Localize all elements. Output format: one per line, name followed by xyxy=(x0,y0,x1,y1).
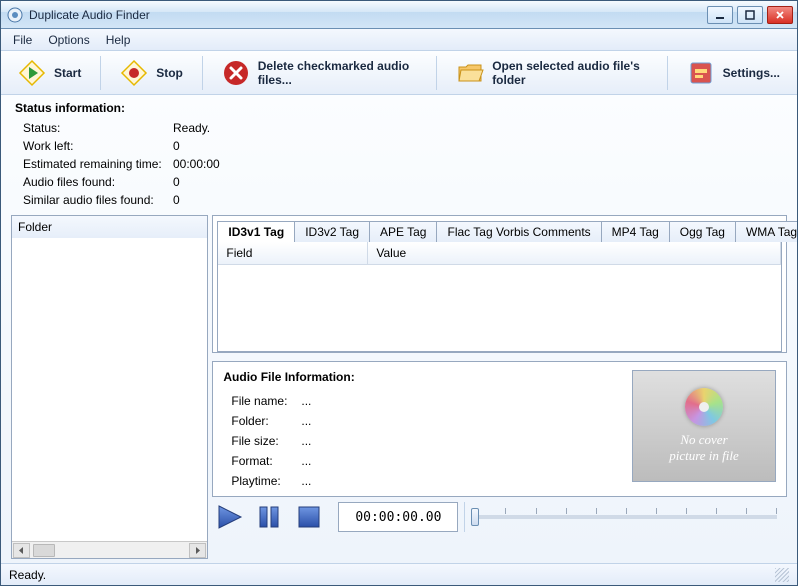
open-folder-button[interactable]: Open selected audio file's folder xyxy=(445,54,659,92)
format-label: Format: xyxy=(231,454,301,468)
panels: Folder ID3v1 Tag ID3v2 Tag APE Tag Flac … xyxy=(11,211,787,563)
folder-scrollbar[interactable] xyxy=(12,541,207,558)
similar-label: Similar audio files found: xyxy=(23,193,173,207)
status-bar: Ready. xyxy=(1,563,797,585)
file-size-value: ... xyxy=(301,434,622,448)
playtime-label: Playtime: xyxy=(231,474,301,488)
status-value: Ready. xyxy=(173,121,783,135)
folder-header: Folder xyxy=(12,216,207,238)
cover-art-placeholder: No cover picture in file xyxy=(632,370,776,482)
no-cover-text-1: No cover xyxy=(680,432,727,448)
window-title: Duplicate Audio Finder xyxy=(29,8,150,22)
menu-bar: File Options Help xyxy=(1,29,797,51)
eta-value: 00:00:00 xyxy=(173,157,783,171)
playback-time: 00:00:00.00 xyxy=(338,502,458,532)
tab-id3v1[interactable]: ID3v1 Tag xyxy=(217,221,295,242)
settings-label: Settings... xyxy=(723,66,780,80)
client-area: Status information: Status: Ready. Work … xyxy=(1,95,797,563)
tag-columns: Field Value xyxy=(218,242,781,265)
tag-panel: ID3v1 Tag ID3v2 Tag APE Tag Flac Tag Vor… xyxy=(212,215,787,353)
pause-button[interactable] xyxy=(252,502,286,532)
stop-icon xyxy=(120,59,148,87)
disc-icon xyxy=(685,388,723,426)
folder-list[interactable]: Folder xyxy=(11,215,208,559)
tag-table[interactable]: Field Value xyxy=(217,241,782,352)
similar-value: 0 xyxy=(173,193,783,207)
found-label: Audio files found: xyxy=(23,175,173,189)
playtime-value: ... xyxy=(301,474,622,488)
start-icon xyxy=(18,59,46,87)
minimize-button[interactable] xyxy=(707,6,733,24)
app-window: Duplicate Audio Finder File Options Help… xyxy=(0,0,798,586)
audio-info-heading: Audio File Information: xyxy=(223,370,622,384)
start-label: Start xyxy=(54,66,81,80)
seek-track xyxy=(475,515,777,519)
tab-mp4[interactable]: MP4 Tag xyxy=(601,221,670,242)
tab-flac[interactable]: Flac Tag Vorbis Comments xyxy=(436,221,601,242)
play-button[interactable] xyxy=(212,502,246,532)
tab-wma[interactable]: WMA Tag xyxy=(735,221,797,242)
stop-playback-button[interactable] xyxy=(292,502,326,532)
found-value: 0 xyxy=(173,175,783,189)
col-field[interactable]: Field xyxy=(218,242,368,264)
status-information: Status information: Status: Ready. Work … xyxy=(11,101,787,211)
work-left-label: Work left: xyxy=(23,139,173,153)
menu-options[interactable]: Options xyxy=(40,31,97,49)
eta-label: Estimated remaining time: xyxy=(23,157,173,171)
right-pane: ID3v1 Tag ID3v2 Tag APE Tag Flac Tag Vor… xyxy=(212,215,787,559)
status-label: Status: xyxy=(23,121,173,135)
no-cover-text-2: picture in file xyxy=(669,448,739,464)
status-heading: Status information: xyxy=(15,101,783,115)
scroll-thumb[interactable] xyxy=(33,544,55,557)
app-icon xyxy=(7,7,23,23)
seek-slider[interactable] xyxy=(464,502,787,532)
toolbar-separator xyxy=(436,56,437,90)
work-left-value: 0 xyxy=(173,139,783,153)
audio-info-fields: Audio File Information: File name: ... F… xyxy=(223,370,622,488)
menu-help[interactable]: Help xyxy=(98,31,139,49)
maximize-button[interactable] xyxy=(737,6,763,24)
tab-id3v2[interactable]: ID3v2 Tag xyxy=(294,221,370,242)
open-folder-label: Open selected audio file's folder xyxy=(492,59,648,87)
toolbar-separator xyxy=(100,56,101,90)
window-controls xyxy=(707,6,793,24)
tab-ogg[interactable]: Ogg Tag xyxy=(669,221,736,242)
stop-label: Stop xyxy=(156,66,183,80)
player-controls: 00:00:00.00 xyxy=(212,497,787,533)
folder-value: ... xyxy=(301,414,622,428)
statusbar-text: Ready. xyxy=(9,568,46,582)
toolbar: Start Stop Delete checkmarked audio file… xyxy=(1,51,797,95)
delete-icon xyxy=(222,59,250,87)
delete-button[interactable]: Delete checkmarked audio files... xyxy=(211,54,429,92)
audio-file-info: Audio File Information: File name: ... F… xyxy=(212,361,787,497)
file-size-label: File size: xyxy=(231,434,301,448)
start-button[interactable]: Start xyxy=(7,54,92,92)
open-folder-icon xyxy=(456,59,484,87)
format-value: ... xyxy=(301,454,622,468)
scroll-left-icon[interactable] xyxy=(13,543,30,558)
delete-label: Delete checkmarked audio files... xyxy=(258,59,418,87)
stop-button[interactable]: Stop xyxy=(109,54,194,92)
scroll-right-icon[interactable] xyxy=(189,543,206,558)
toolbar-separator xyxy=(667,56,668,90)
toolbar-separator xyxy=(202,56,203,90)
col-value[interactable]: Value xyxy=(368,242,781,264)
seek-thumb[interactable] xyxy=(471,508,479,526)
close-button[interactable] xyxy=(767,6,793,24)
tag-tabs: ID3v1 Tag ID3v2 Tag APE Tag Flac Tag Vor… xyxy=(217,220,782,241)
folder-pane: Folder xyxy=(11,215,208,559)
menu-file[interactable]: File xyxy=(5,31,40,49)
settings-icon xyxy=(687,59,715,87)
folder-label: Folder: xyxy=(231,414,301,428)
resize-grip-icon[interactable] xyxy=(775,568,789,582)
settings-button[interactable]: Settings... xyxy=(676,54,791,92)
title-bar: Duplicate Audio Finder xyxy=(1,1,797,29)
tab-ape[interactable]: APE Tag xyxy=(369,221,437,242)
file-name-label: File name: xyxy=(231,394,301,408)
file-name-value: ... xyxy=(301,394,622,408)
